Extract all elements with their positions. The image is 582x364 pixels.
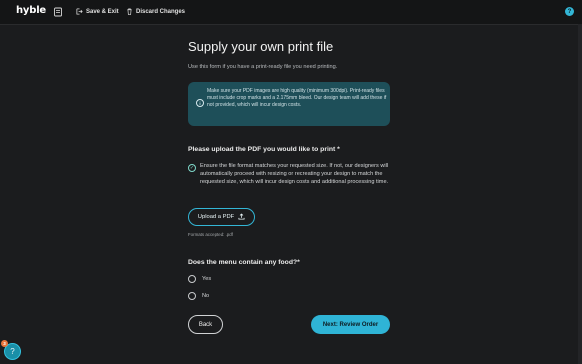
upload-pdf-label: Upload a PDF: [197, 214, 235, 220]
radio-yes-label: Yes: [202, 275, 212, 282]
help-icon[interactable]: ?: [565, 7, 574, 16]
back-button[interactable]: Back: [188, 315, 223, 334]
trash-icon: [126, 8, 133, 17]
question-icon: ?: [10, 347, 15, 356]
info-text: Make sure your PDF images are high quali…: [207, 88, 387, 109]
notification-badge: 3: [1, 340, 8, 347]
upload-pdf-button[interactable]: Upload a PDF: [188, 208, 255, 226]
upload-icon: [238, 213, 245, 222]
info-icon: i: [196, 99, 204, 107]
document-icon[interactable]: [52, 6, 64, 18]
save-exit-label: Save & Exit: [86, 9, 119, 15]
next-review-order-button[interactable]: Next: Review Order: [311, 315, 390, 334]
discard-label: Discard Changes: [136, 9, 186, 15]
info-box: i Make sure your PDF images are high qua…: [188, 82, 390, 126]
check-circle-icon: ✓: [188, 164, 196, 172]
hyble-logo[interactable]: hyble: [16, 5, 46, 16]
radio-no-label: No: [202, 292, 210, 299]
radio-button[interactable]: [188, 291, 196, 300]
save-exit-button[interactable]: Save & Exit: [76, 6, 119, 18]
food-question: Does the menu contain any food?*: [188, 259, 300, 266]
radio-button[interactable]: [188, 274, 196, 283]
formats-accepted: Formats accepted: .pdf: [188, 232, 233, 237]
exit-icon: [76, 7, 83, 17]
top-bar: hyble Save & Exit Discard Changes ?: [0, 0, 582, 25]
logo-text: hyble: [16, 5, 47, 16]
page-subtitle: Use this form if you have a print-ready …: [188, 64, 338, 70]
radio-no[interactable]: No: [188, 291, 209, 300]
format-notice-text: Ensure the file format matches your requ…: [200, 163, 389, 185]
scrollbar[interactable]: [578, 24, 582, 364]
upload-heading: Please upload the PDF you would like to …: [188, 146, 340, 153]
discard-changes-button[interactable]: Discard Changes: [126, 6, 185, 18]
radio-yes[interactable]: Yes: [188, 274, 211, 283]
page-title: Supply your own print file: [188, 39, 334, 54]
